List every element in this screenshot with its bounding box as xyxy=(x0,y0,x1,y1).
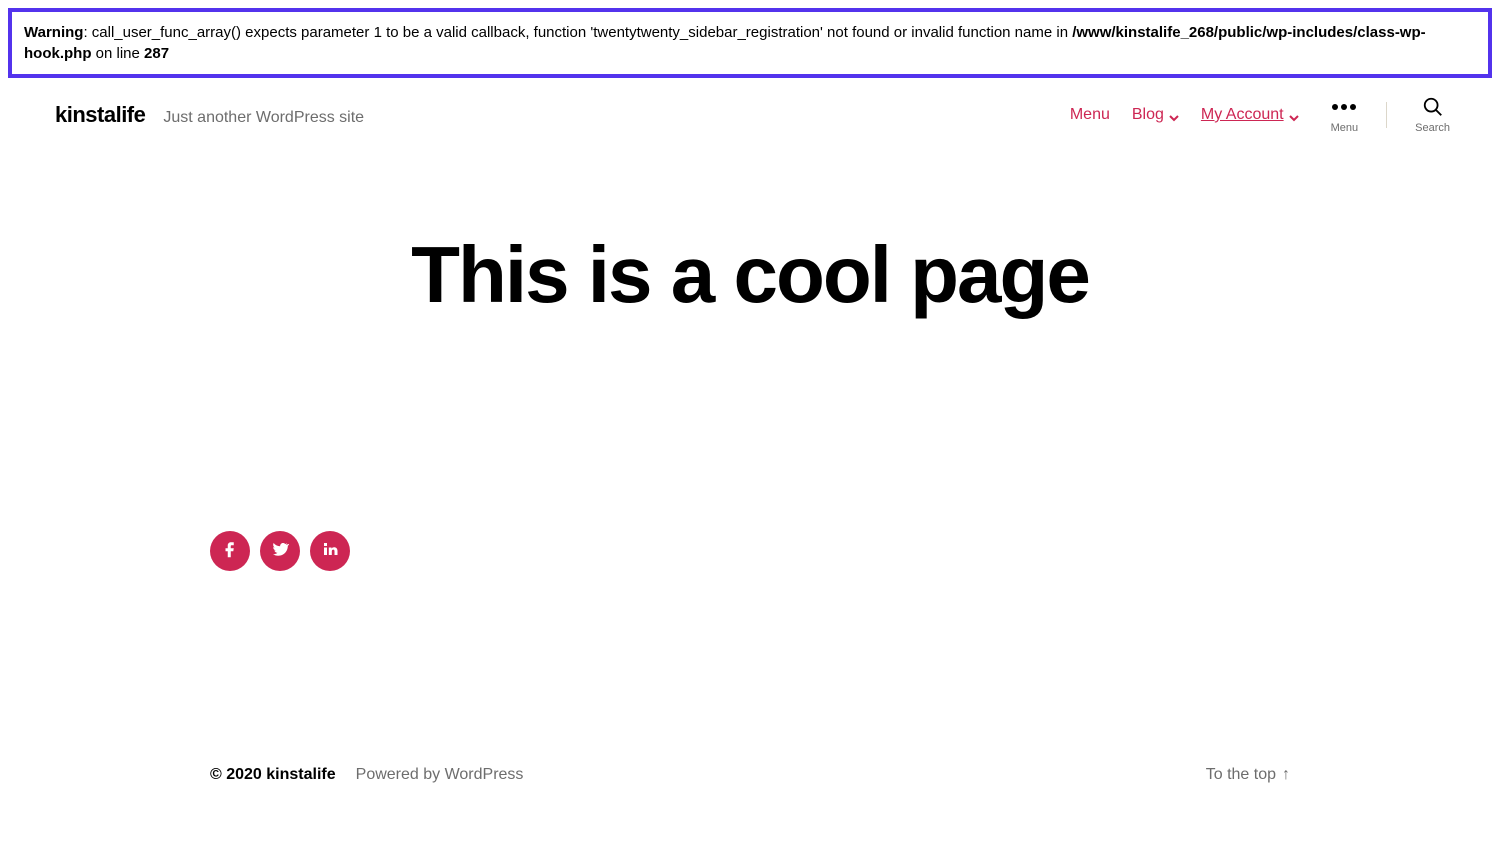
site-header: kinstalife Just another WordPress site M… xyxy=(0,86,1500,144)
nav-account-label: My Account xyxy=(1201,106,1284,124)
menu-button[interactable]: Menu xyxy=(1331,96,1359,134)
nav-menu-label: Menu xyxy=(1070,106,1110,124)
site-footer: © 2020 kinstalife Powered by WordPress T… xyxy=(0,766,1500,824)
nav-menu-link[interactable]: Menu xyxy=(1070,106,1110,124)
linkedin-icon xyxy=(321,540,339,563)
to-top-button[interactable]: To the top ↑ xyxy=(1206,766,1290,784)
warning-text-2: on line xyxy=(92,45,145,62)
search-button-label: Search xyxy=(1415,122,1450,134)
search-button[interactable]: Search xyxy=(1415,96,1450,134)
toolbar-divider xyxy=(1386,102,1387,128)
primary-nav: Menu Blog My Account xyxy=(1070,106,1299,124)
chevron-down-icon xyxy=(1169,110,1179,120)
chevron-down-icon xyxy=(1289,110,1299,120)
twitter-icon xyxy=(271,540,289,563)
footer-powered-link[interactable]: Powered by WordPress xyxy=(356,766,524,784)
nav-account-link[interactable]: My Account xyxy=(1201,106,1299,124)
dots-icon xyxy=(1332,96,1356,118)
site-title[interactable]: kinstalife xyxy=(55,102,145,128)
header-right: Menu Blog My Account Menu xyxy=(1070,96,1450,134)
header-left: kinstalife Just another WordPress site xyxy=(55,102,364,128)
warning-line: 287 xyxy=(144,45,169,62)
nav-blog-link[interactable]: Blog xyxy=(1132,106,1179,124)
footer-copyright: © 2020 kinstalife xyxy=(210,766,336,784)
site-tagline: Just another WordPress site xyxy=(163,109,364,127)
linkedin-button[interactable] xyxy=(310,531,350,571)
facebook-button[interactable] xyxy=(210,531,250,571)
menu-button-label: Menu xyxy=(1331,122,1359,134)
page-title: This is a cool page xyxy=(0,229,1500,321)
search-icon xyxy=(1422,96,1444,118)
footer-left: © 2020 kinstalife Powered by WordPress xyxy=(210,766,523,784)
arrow-up-icon: ↑ xyxy=(1282,766,1290,784)
social-links xyxy=(0,531,1500,571)
twitter-button[interactable] xyxy=(260,531,300,571)
nav-blog-label: Blog xyxy=(1132,106,1164,124)
warning-text-1: : call_user_func_array() expects paramet… xyxy=(83,24,1072,41)
to-top-label: To the top xyxy=(1206,766,1276,784)
php-warning-banner: Warning: call_user_func_array() expects … xyxy=(8,8,1492,78)
facebook-icon xyxy=(221,540,239,563)
toolbar: Menu Search xyxy=(1321,96,1450,134)
warning-label: Warning xyxy=(24,24,83,41)
